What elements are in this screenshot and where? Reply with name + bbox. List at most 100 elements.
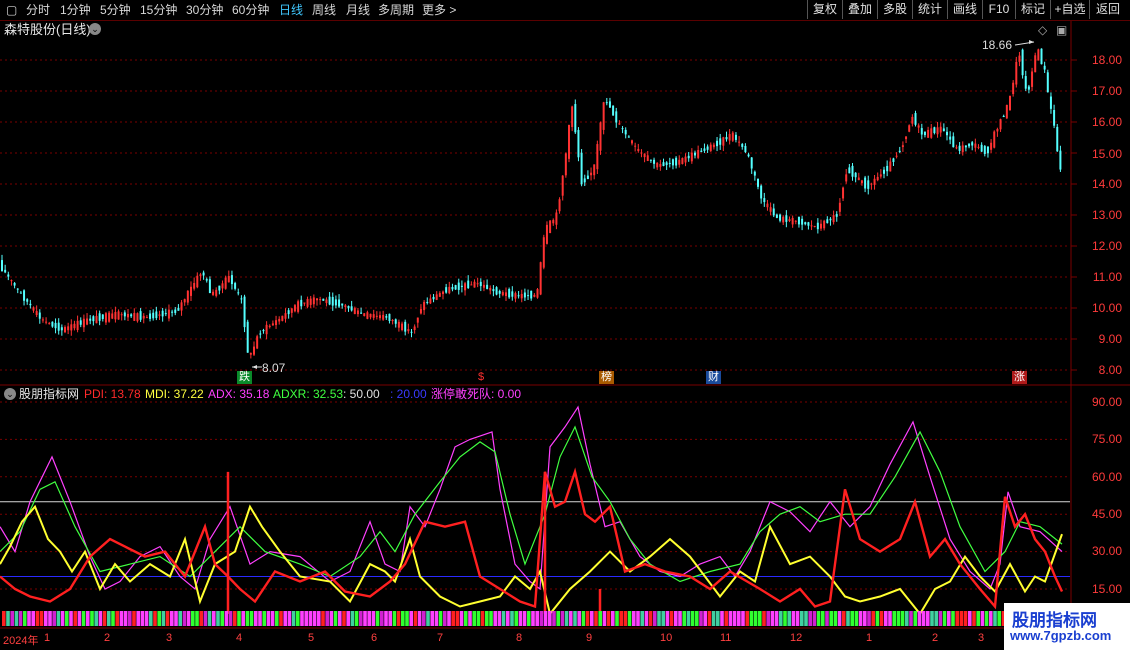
marker-dollar[interactable]: $: [476, 371, 486, 384]
candle-body: [1018, 55, 1021, 62]
candle-body: [19, 292, 22, 294]
signal-bar: [501, 611, 506, 626]
marker-fall[interactable]: 跌: [237, 371, 252, 384]
window-toggle-icon[interactable]: ▣: [1056, 23, 1067, 37]
signal-bar: [720, 611, 724, 626]
candle-body: [429, 298, 432, 304]
draw-line-button[interactable]: 画线: [947, 0, 982, 19]
candle-body: [747, 154, 750, 157]
indicator-settings-icon[interactable]: ⌄: [4, 388, 16, 400]
candle-body: [297, 301, 300, 312]
signal-bar: [207, 611, 212, 626]
axis-month-10: 10: [660, 632, 673, 644]
tab-60min[interactable]: 60分钟: [232, 2, 269, 18]
signal-bar: [317, 611, 321, 626]
signal-bar: [787, 611, 791, 626]
axis-month-3b: 3: [978, 632, 985, 644]
signal-bar: [321, 611, 325, 626]
candle-body: [221, 283, 224, 289]
candle-body: [208, 279, 211, 294]
statistics-button[interactable]: 统计: [912, 0, 947, 19]
candle-body: [574, 104, 577, 133]
signal-bar: [921, 611, 926, 626]
candle-body: [1034, 55, 1037, 73]
signal-bar: [896, 611, 901, 626]
add-watchlist-button[interactable]: +自选: [1050, 0, 1089, 19]
tab-monthly[interactable]: 月线: [346, 2, 370, 18]
axis-month-1b: 1: [866, 632, 873, 644]
candle-body: [533, 294, 536, 297]
tab-1min[interactable]: 1分钟: [60, 2, 91, 18]
tab-daily[interactable]: 日线: [279, 2, 303, 18]
candle-body: [265, 324, 268, 335]
tab-5min[interactable]: 5分钟: [100, 2, 131, 18]
signal-bar: [52, 611, 56, 626]
tab-fenshi[interactable]: 分时: [26, 2, 50, 18]
signal-bar: [905, 611, 909, 626]
candle-body: [568, 124, 570, 159]
price-chart[interactable]: [0, 20, 1130, 650]
tab-30min[interactable]: 30分钟: [186, 2, 223, 18]
candle-body: [186, 290, 189, 303]
signal-bar: [833, 611, 838, 626]
tab-15min[interactable]: 15分钟: [140, 2, 177, 18]
candle-body: [914, 113, 917, 125]
candle-body: [451, 287, 454, 290]
candle-body: [7, 274, 10, 277]
candle-body: [558, 199, 561, 212]
candle-body: [79, 320, 82, 325]
candle-body: [700, 150, 703, 152]
candle-body: [423, 301, 426, 311]
candle-body: [605, 102, 608, 104]
signal-bar: [653, 611, 657, 626]
overlay-button[interactable]: 叠加: [842, 0, 877, 19]
signal-bar: [497, 611, 502, 626]
candle-body: [936, 127, 939, 135]
candle-body: [690, 152, 693, 162]
tab-multi-period[interactable]: 多周期: [378, 2, 414, 18]
candle-body: [804, 222, 807, 225]
signal-bar: [791, 611, 796, 626]
back-button[interactable]: 返回: [1089, 0, 1126, 19]
signal-bar: [430, 611, 434, 626]
candle-body: [974, 143, 977, 148]
marker-finance[interactable]: 财: [706, 371, 721, 384]
signal-bar: [745, 611, 749, 626]
candle-body: [180, 302, 183, 311]
candle-body: [262, 330, 265, 332]
f10-button[interactable]: F10: [982, 0, 1015, 19]
candle-body: [857, 177, 860, 181]
signal-bar: [329, 611, 334, 626]
candle-body: [489, 287, 492, 291]
candle-body: [555, 212, 558, 225]
candle-body: [823, 220, 826, 229]
marker-list[interactable]: 榜: [599, 371, 614, 384]
candle-body: [391, 320, 394, 322]
signal-bar: [224, 611, 229, 626]
signal-bar: [266, 611, 271, 626]
restore-rights-button[interactable]: 复权: [807, 0, 842, 19]
candle-body: [334, 299, 337, 306]
multi-stock-button[interactable]: 多股: [877, 0, 912, 19]
tab-more[interactable]: 更多 >: [422, 2, 456, 18]
candle-body: [1046, 72, 1049, 93]
diamond-icon[interactable]: ◇: [1038, 23, 1047, 37]
more-label: 更多: [422, 3, 447, 17]
candle-body: [577, 130, 580, 158]
price-tick-13: 13.00: [1091, 208, 1122, 222]
tab-weekly[interactable]: 周线: [312, 2, 336, 18]
signal-bar: [938, 611, 943, 626]
candle-body: [955, 147, 958, 149]
candle-body: [810, 225, 813, 227]
low-arrow-head: [252, 365, 257, 369]
signal-bar: [287, 611, 292, 626]
marker-rise[interactable]: 涨: [1012, 371, 1027, 384]
mark-button[interactable]: 标记: [1015, 0, 1050, 19]
candle-body: [29, 303, 32, 306]
candle-body: [901, 145, 904, 148]
signal-bar: [569, 611, 573, 626]
title-dropdown-icon[interactable]: ⌄: [89, 23, 101, 35]
candle-body: [101, 314, 104, 320]
toolbar-menu-icon[interactable]: ▢: [6, 2, 17, 18]
signal-bar: [674, 611, 678, 626]
